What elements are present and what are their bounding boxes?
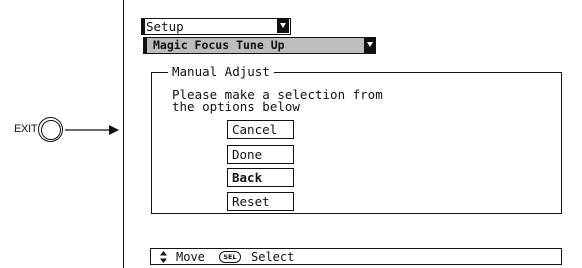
cancel-button[interactable]: Cancel <box>227 120 294 139</box>
exit-button-icon[interactable] <box>38 117 63 142</box>
chevron-down-icon[interactable] <box>364 38 376 53</box>
prompt-text-line2: the options below <box>172 99 300 114</box>
manual-adjust-title: Manual Adjust <box>168 64 274 79</box>
back-button[interactable]: Back <box>227 168 294 187</box>
exit-label: EXIT <box>14 123 38 135</box>
done-button[interactable]: Done <box>227 145 294 164</box>
setup-dropdown-label: Setup <box>146 19 184 34</box>
select-hint-label: Select <box>251 250 295 264</box>
arrow-right-icon <box>65 125 119 135</box>
reset-button[interactable]: Reset <box>227 192 294 211</box>
up-down-arrows-icon <box>160 251 167 263</box>
chevron-down-icon[interactable] <box>277 19 289 33</box>
move-hint-label: Move <box>176 250 205 264</box>
sel-button-icon: SEL <box>219 251 241 263</box>
help-bar <box>150 248 562 265</box>
magic-focus-dropdown-label: Magic Focus Tune Up <box>153 38 285 52</box>
